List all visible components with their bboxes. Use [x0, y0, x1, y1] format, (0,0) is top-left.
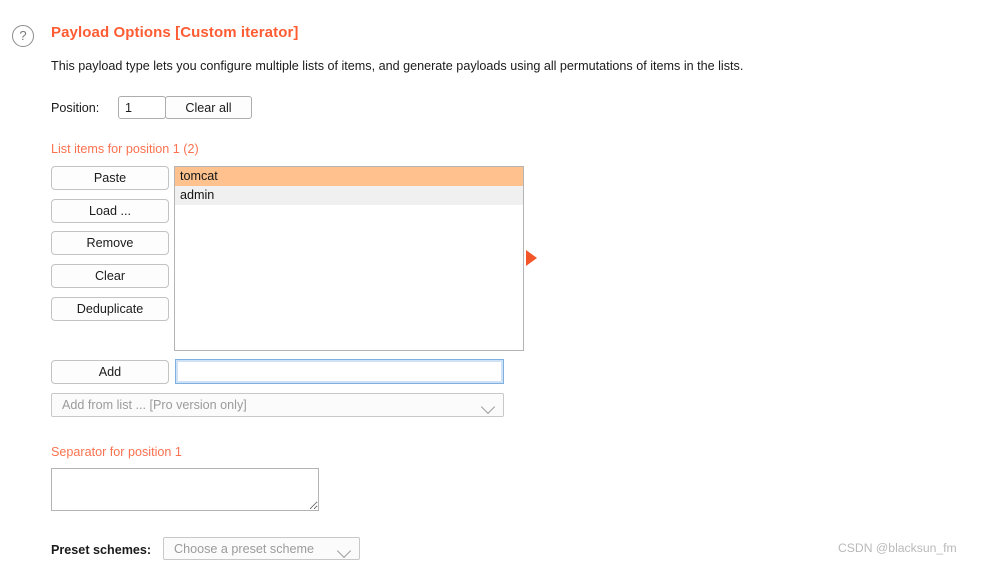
add-item-input[interactable]	[175, 359, 504, 384]
chevron-down-icon	[336, 543, 352, 559]
list-item[interactable]: admin	[175, 186, 523, 205]
watermark: CSDN @blacksun_fm	[838, 541, 957, 555]
add-from-list-label: Add from list ... [Pro version only]	[62, 398, 247, 412]
page-title: Payload Options [Custom iterator]	[51, 24, 299, 41]
question-mark-circle-icon[interactable]: ?	[12, 25, 34, 47]
remove-button[interactable]: Remove	[51, 231, 169, 255]
preset-schemes-dropdown[interactable]: Choose a preset scheme	[163, 537, 360, 560]
paste-button[interactable]: Paste	[51, 166, 169, 190]
clear-button[interactable]: Clear	[51, 264, 169, 288]
deduplicate-button[interactable]: Deduplicate	[51, 297, 169, 321]
load-button[interactable]: Load ...	[51, 199, 169, 223]
play-triangle-right-icon	[526, 250, 537, 266]
list-item[interactable]: tomcat	[175, 167, 523, 186]
payload-list-box[interactable]: tomcat admin	[174, 166, 524, 351]
add-from-list-dropdown[interactable]: Add from list ... [Pro version only]	[51, 393, 504, 417]
position-input[interactable]	[118, 96, 166, 119]
panel-description: This payload type lets you configure mul…	[51, 59, 744, 73]
separator-label: Separator for position 1	[51, 445, 182, 459]
separator-input[interactable]	[51, 468, 319, 511]
chevron-down-icon	[480, 399, 496, 415]
list-items-label: List items for position 1 (2)	[51, 142, 199, 156]
preset-schemes-label: Preset schemes:	[51, 543, 152, 557]
clear-all-button[interactable]: Clear all	[165, 96, 252, 119]
position-label: Position:	[51, 101, 100, 115]
preset-schemes-value: Choose a preset scheme	[174, 542, 315, 556]
add-button[interactable]: Add	[51, 360, 169, 384]
